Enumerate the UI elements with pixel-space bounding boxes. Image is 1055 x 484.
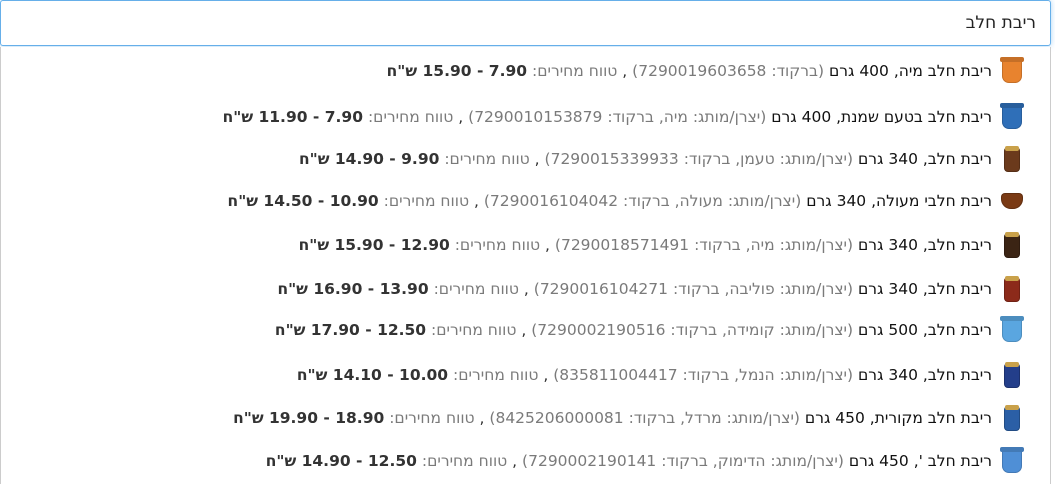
price-range: 10.90 - 14.50 ש"ח (227, 192, 379, 210)
product-name: ריבת חלב, 340 גרם (858, 280, 992, 298)
result-text: ריבת חלב ', 450 גרם (יצרן/מותג: הדימוק, … (265, 452, 992, 470)
result-text: ריבת חלב, 340 גרם (יצרן/מותג: פוליבה, בר… (277, 280, 992, 298)
price-label: טווח מחירים: (383, 192, 470, 210)
product-meta: (יצרן/מותג: פוליבה, ברקוד: 7290016104271… (533, 280, 854, 298)
search-box[interactable] (0, 0, 1051, 46)
product-name: ריבת חלב מיה, 400 גרם (828, 62, 992, 80)
product-thumbnail (998, 360, 1026, 390)
product-meta: (יצרן/מותג: מרדל, ברקוד: 8425206000081) (489, 409, 800, 427)
result-text: ריבת חלב, 340 גרם (יצרן/מותג: טעמן, ברקו… (299, 150, 992, 168)
price-range: 7.90 - 15.90 ש"ח (386, 62, 528, 80)
autocomplete-results: ריבת חלב מיה, 400 גרם (ברקוד: 7290019603… (0, 47, 1051, 484)
product-thumbnail (998, 315, 1026, 345)
product-thumbnail (998, 230, 1026, 260)
price-range: 7.90 - 11.90 ש"ח (222, 108, 363, 126)
jam-cup-orange-icon (1002, 59, 1022, 83)
price-range: 12.90 - 15.90 ש"ח (298, 236, 450, 254)
product-meta: (יצרן/מותג: מעולה, ברקוד: 7290016104042) (483, 192, 802, 210)
price-label: טווח מחירים: (421, 452, 508, 470)
jam-pot-brown-icon (1001, 193, 1023, 209)
product-thumbnail (998, 56, 1026, 86)
result-text: ריבת חלב מיה, 400 גרם (ברקוד: 7290019603… (386, 62, 992, 80)
price-range: 12.50 - 17.90 ש"ח (274, 321, 427, 339)
result-item[interactable]: ריבת חלב, 340 גרם (יצרן/מותג: פוליבה, בר… (277, 270, 1026, 308)
result-item[interactable]: ריבת חלב מקורית, 450 גרם (יצרן/מותג: מרד… (233, 399, 1026, 437)
product-thumbnail (998, 102, 1026, 132)
price-label: טווח מחירים: (389, 409, 475, 427)
price-label: טווח מחירים: (454, 236, 541, 254)
product-name: ריבת חלב, 500 גרם (858, 321, 992, 339)
product-meta: (יצרן/מותג: מיה, ברקוד: 7290018571491) (554, 236, 854, 254)
price-label: טווח מחירים: (433, 280, 519, 298)
product-meta: (יצרן/מותג: קומידה, ברקוד: 7290002190516… (531, 321, 854, 339)
result-text: ריבת חלבי מעולה, 340 גרם (יצרן/מותג: מעו… (227, 192, 992, 210)
price-range: 10.00 - 14.10 ש"ח (296, 366, 449, 384)
jam-cup-blue-icon (1002, 105, 1022, 129)
price-label: טווח מחירים: (531, 62, 618, 80)
result-item[interactable]: ריבת חלב, 500 גרם (יצרן/מותג: קומידה, בר… (275, 311, 1026, 349)
product-thumbnail (998, 274, 1026, 304)
product-name: ריבת חלב ', 450 גרם (848, 452, 992, 470)
product-thumbnail (998, 186, 1026, 216)
price-label: טווח מחירים: (367, 108, 454, 126)
product-thumbnail (998, 446, 1026, 476)
price-label: טווח מחירים: (444, 150, 530, 168)
result-item[interactable]: ריבת חלב מיה, 400 גרם (ברקוד: 7290019603… (387, 52, 1026, 90)
price-label: טווח מחירים: (431, 321, 517, 339)
result-item[interactable]: ריבת חלבי מעולה, 340 גרם (יצרן/מותג: מעו… (228, 182, 1026, 220)
product-meta: (ברקוד: 7290019603658) (632, 62, 825, 80)
product-thumbnail (998, 403, 1026, 433)
result-item[interactable]: ריבת חלב ', 450 גרם (יצרן/מותג: הדימוק, … (266, 442, 1026, 480)
product-meta: (יצרן/מותג: מיה, ברקוד: 7290010153879) (468, 108, 767, 126)
product-meta: (יצרן/מותג: הדימוק, ברקוד: 7290002190141… (522, 452, 844, 470)
result-item[interactable]: ריבת חלב בטעם שמנת, 400 גרם (יצרן/מותג: … (223, 98, 1026, 136)
jam-jar-dark-icon (1004, 231, 1020, 258)
jam-jar-navy-icon (1004, 361, 1020, 388)
jam-cup-lightblue-icon (1002, 318, 1022, 342)
price-range: 12.50 - 14.90 ש"ח (265, 452, 417, 470)
result-text: ריבת חלב בטעם שמנת, 400 גרם (יצרן/מותג: … (222, 108, 992, 126)
search-input[interactable] (1, 1, 1050, 45)
product-name: ריבת חלבי מעולה, 340 גרם (806, 192, 992, 210)
result-text: ריבת חלב מקורית, 450 גרם (יצרן/מותג: מרד… (233, 409, 992, 427)
product-name: ריבת חלב, 340 גרם (858, 236, 992, 254)
result-item[interactable]: ריבת חלב, 340 גרם (יצרן/מותג: מיה, ברקוד… (299, 226, 1026, 264)
product-thumbnail (998, 144, 1026, 174)
product-name: ריבת חלב, 340 גרם (858, 366, 992, 384)
price-range: 18.90 - 19.90 ש"ח (233, 409, 385, 427)
product-meta: (יצרן/מותג: הנמל, ברקוד: 835811004417) (553, 366, 854, 384)
result-item[interactable]: ריבת חלב, 340 גרם (יצרן/מותג: טעמן, ברקו… (299, 140, 1026, 178)
product-meta: (יצרן/מותג: טעמן, ברקוד: 7290015339933) (544, 150, 854, 168)
result-text: ריבת חלב, 340 גרם (יצרן/מותג: מיה, ברקוד… (298, 236, 992, 254)
price-range: 9.90 - 14.90 ש"ח (299, 150, 440, 168)
product-name: ריבת חלב בטעם שמנת, 400 גרם (771, 108, 992, 126)
price-range: 13.90 - 16.90 ש"ח (277, 280, 429, 298)
jam-jar-brown-icon (1004, 145, 1020, 172)
result-text: ריבת חלב, 500 גרם (יצרן/מותג: קומידה, בר… (274, 321, 992, 339)
result-item[interactable]: ריבת חלב, 340 גרם (יצרן/מותג: הנמל, ברקו… (297, 356, 1026, 394)
product-name: ריבת חלב, 340 גרם (858, 150, 992, 168)
jam-jar-blue-icon (1004, 404, 1020, 431)
price-label: טווח מחירים: (453, 366, 539, 384)
product-name: ריבת חלב מקורית, 450 גרם (804, 409, 992, 427)
result-text: ריבת חלב, 340 גרם (יצרן/מותג: הנמל, ברקו… (296, 366, 992, 384)
jam-jar-red-icon (1004, 275, 1020, 302)
jam-cup-white-blue-icon (1002, 449, 1022, 473)
